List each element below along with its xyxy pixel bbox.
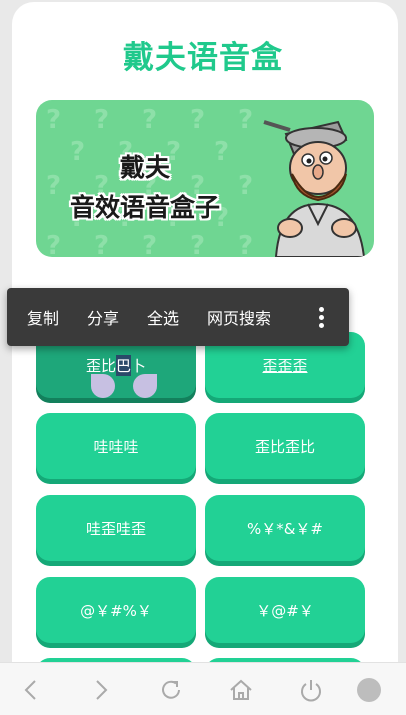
sound-button-2-label: 歪歪歪 xyxy=(262,356,308,375)
svg-text:?: ? xyxy=(46,231,61,257)
sound-button-4-label: 歪比歪比 xyxy=(254,437,315,456)
banner-text: 戴夫 音效语音盒子 xyxy=(50,148,240,228)
selection-handle-left[interactable] xyxy=(91,374,115,398)
sound-button-7[interactable]: @￥#%￥ xyxy=(36,577,196,643)
svg-text:?: ? xyxy=(190,231,205,257)
sound-button-8[interactable]: ￥@#￥ xyxy=(205,577,365,643)
svg-text:?: ? xyxy=(190,105,205,135)
dave-mascot-illustration xyxy=(263,120,366,257)
back-icon[interactable] xyxy=(18,677,44,703)
sound-button-3[interactable]: 哇哇哇 xyxy=(36,413,196,479)
sound-button-6-label: %￥*&￥# xyxy=(246,519,324,538)
app-title: 戴夫语音盒 xyxy=(123,40,283,76)
sound-button-5-label: 哇歪哇歪 xyxy=(85,519,146,538)
sound-button-5[interactable]: 哇歪哇歪 xyxy=(36,495,196,561)
svg-text:?: ? xyxy=(94,231,109,257)
home-icon[interactable] xyxy=(228,677,254,703)
svg-text:?: ? xyxy=(142,231,157,257)
sound-button-1-label-c: 卜 xyxy=(131,356,147,375)
svg-text:?: ? xyxy=(46,105,61,135)
banner-line-1: 戴夫 xyxy=(119,153,170,182)
menu-web-search[interactable]: 网页搜索 xyxy=(179,305,271,329)
sound-button-4[interactable]: 歪比歪比 xyxy=(205,413,365,479)
banner: ????? ???? ????? ???? ????? 戴夫 音效语音盒子 xyxy=(36,100,374,257)
sound-button-7-label: @￥#%￥ xyxy=(80,601,152,620)
sound-button-6[interactable]: %￥*&￥# xyxy=(205,495,365,561)
banner-line-2: 音效语音盒子 xyxy=(69,193,220,222)
svg-text:?: ? xyxy=(142,105,157,135)
power-icon[interactable] xyxy=(298,677,324,703)
refresh-icon[interactable] xyxy=(158,677,184,703)
menu-copy[interactable]: 复制 xyxy=(7,305,59,329)
text-selection-menu: 复制 分享 全选 网页搜索 xyxy=(7,288,349,346)
sound-button-8-label: ￥@#￥ xyxy=(256,601,314,620)
menu-icon[interactable] xyxy=(356,677,382,703)
sound-button-1-label-a: 歪比 xyxy=(85,356,116,375)
more-options-icon[interactable] xyxy=(319,307,325,329)
browser-bottom-bar xyxy=(0,662,406,715)
menu-select-all[interactable]: 全选 xyxy=(119,305,179,329)
menu-share[interactable]: 分享 xyxy=(59,305,119,329)
sound-button-3-label: 哇哇哇 xyxy=(93,437,139,456)
svg-text:?: ? xyxy=(94,105,109,135)
sound-button-1-label-highlight: 巴 xyxy=(115,354,131,376)
forward-icon[interactable] xyxy=(88,677,114,703)
selection-handle-right[interactable] xyxy=(133,374,157,398)
